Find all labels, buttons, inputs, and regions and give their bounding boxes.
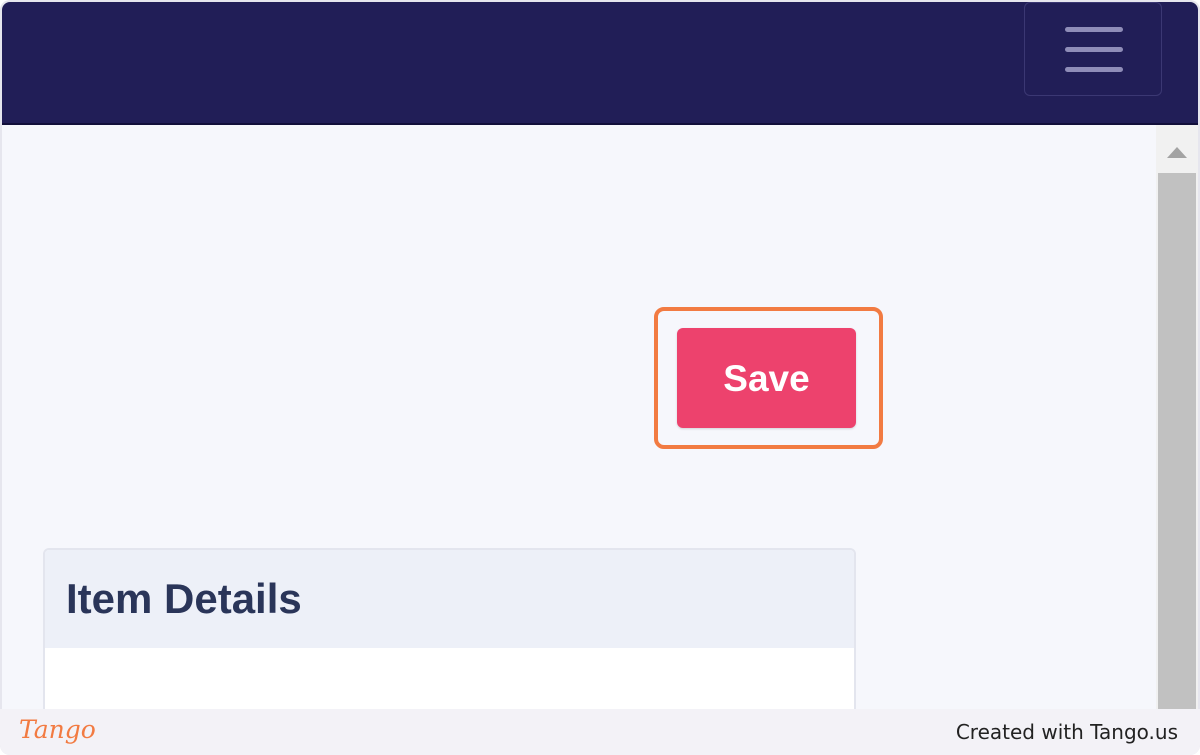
card-header: Item Details	[45, 550, 854, 648]
save-button[interactable]: Save	[677, 328, 856, 428]
tango-logo: Tango	[19, 715, 96, 744]
card-title: Item Details	[66, 575, 302, 622]
screenshot-frame: Save Item Details Tango Created with Tan…	[0, 0, 1200, 755]
scrollbar-thumb[interactable]	[1158, 173, 1196, 713]
hamburger-menu-button[interactable]	[1024, 2, 1162, 96]
scroll-up-arrow-icon[interactable]	[1156, 135, 1198, 169]
tango-footer: Tango Created with Tango.us	[0, 709, 1200, 755]
hamburger-menu-icon-line	[1065, 67, 1123, 72]
hamburger-menu-icon-line	[1065, 47, 1123, 52]
item-details-card: Item Details	[43, 548, 856, 728]
vertical-scrollbar[interactable]	[1156, 125, 1198, 713]
footer-credit-text: Created with Tango.us	[955, 720, 1178, 744]
hamburger-menu-icon	[1065, 27, 1123, 32]
top-navbar	[2, 2, 1198, 125]
